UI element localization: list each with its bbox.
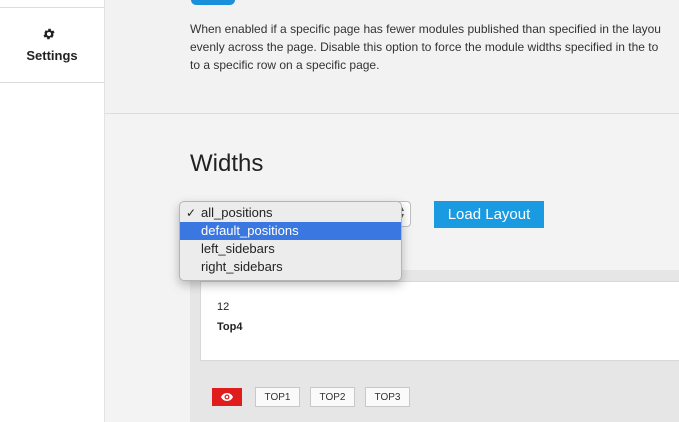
position-button-top3[interactable]: TOP3 [365, 387, 410, 407]
position-button-top1[interactable]: TOP1 [255, 387, 300, 407]
responsive-option-panel: When enabled if a specific page has fewe… [105, 0, 679, 114]
dropdown-option-all-positions[interactable]: ✓ all_positions [180, 204, 401, 222]
section-title: Widths [190, 150, 264, 177]
eye-icon [221, 393, 233, 401]
enable-toggle[interactable] [191, 0, 235, 5]
module-position: Top4 [217, 321, 243, 333]
module-card[interactable]: 12 Top4 [200, 281, 679, 361]
positions-dropdown-list: ✓ all_positions default_positions left_s… [179, 201, 402, 281]
sidebar-item-label: Settings [26, 48, 78, 63]
module-width: 12 [217, 301, 230, 313]
dropdown-option-right-sidebars[interactable]: right_sidebars [180, 258, 401, 276]
option-label: right_sidebars [201, 259, 283, 274]
description-line: to a specific row on a specific page. [190, 58, 380, 72]
description-line: When enabled if a specific page has fewe… [190, 22, 661, 36]
sidebar: Settings [0, 0, 105, 422]
option-description: When enabled if a specific page has fewe… [190, 20, 679, 74]
dropdown-option-default-positions[interactable]: default_positions [180, 222, 401, 240]
position-button-top2[interactable]: TOP2 [310, 387, 355, 407]
checkmark-icon: ✓ [186, 206, 197, 220]
dropdown-option-left-sidebars[interactable]: left_sidebars [180, 240, 401, 258]
gear-icon [42, 27, 56, 41]
description-line: evenly across the page. Disable this opt… [190, 40, 659, 54]
option-label: all_positions [201, 205, 273, 220]
option-label: default_positions [201, 223, 299, 238]
sidebar-item-settings[interactable]: Settings [0, 8, 104, 83]
option-label: left_sidebars [201, 241, 275, 256]
visibility-button[interactable] [212, 388, 242, 406]
load-layout-button[interactable]: Load Layout [434, 201, 544, 228]
